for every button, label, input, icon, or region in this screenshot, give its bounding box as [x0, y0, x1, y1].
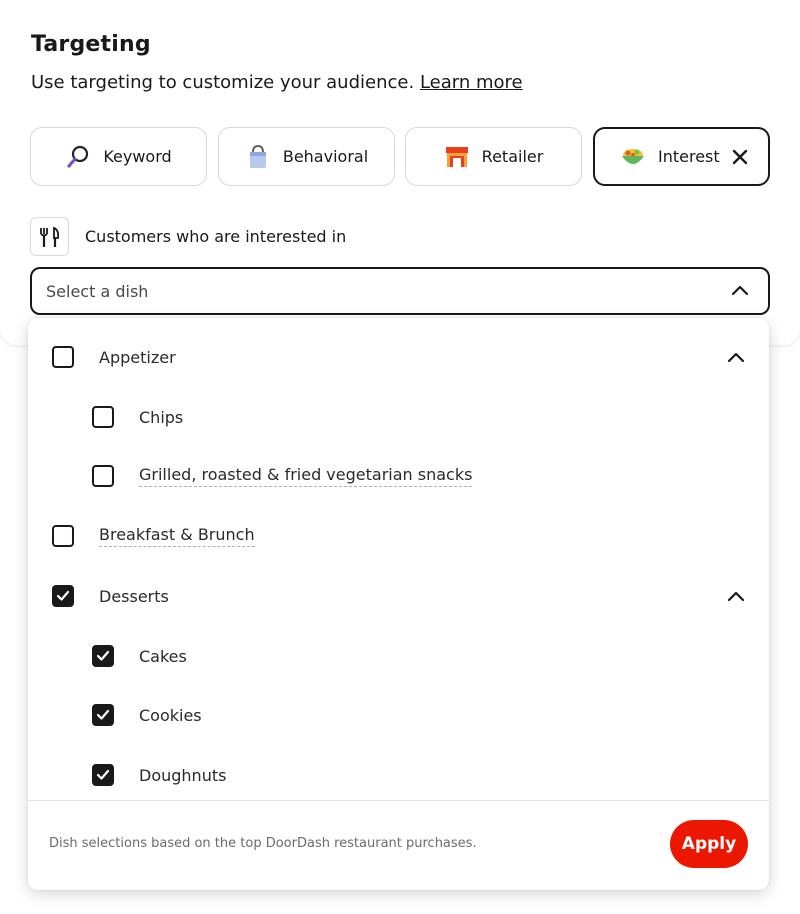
fork-knife-icon — [30, 217, 69, 256]
option-label: Doughnuts — [139, 765, 227, 785]
option-label: Chips — [139, 407, 184, 427]
chip-label: Keyword — [103, 147, 172, 166]
chip-interest[interactable]: Interest — [593, 127, 770, 186]
salad-bowl-icon — [620, 144, 646, 170]
chip-label: Behavioral — [282, 147, 369, 166]
option-chips[interactable]: Chips — [92, 406, 183, 428]
rule-label: Customers who are interested in — [85, 227, 347, 246]
checkbox-checked[interactable] — [52, 585, 74, 607]
option-cookies[interactable]: Cookies — [92, 704, 202, 726]
chevron-up-icon[interactable] — [730, 281, 750, 305]
chevron-up-icon[interactable] — [726, 348, 746, 372]
dish-dropdown: Appetizer Chips Grilled, roasted & fried… — [28, 318, 769, 890]
learn-more-link[interactable]: Learn more — [420, 72, 523, 93]
option-label: Breakfast & Brunch — [99, 525, 255, 547]
option-doughnuts[interactable]: Doughnuts — [92, 764, 226, 786]
checkbox-checked[interactable] — [92, 704, 114, 726]
checkbox[interactable] — [92, 406, 114, 428]
apply-button[interactable]: Apply — [670, 820, 748, 868]
divider — [28, 800, 769, 801]
page-title: Targeting — [31, 32, 151, 57]
chevron-up-icon[interactable] — [726, 587, 746, 611]
checkbox-checked[interactable] — [92, 764, 114, 786]
checkbox[interactable] — [52, 525, 74, 547]
chip-label: Interest — [658, 147, 720, 166]
chip-retailer[interactable]: Retailer — [405, 127, 582, 186]
chip-keyword[interactable]: Keyword — [30, 127, 207, 186]
option-grilled-snacks[interactable]: Grilled, roasted & fried vegetarian snac… — [92, 465, 473, 487]
option-label: Cookies — [139, 705, 202, 725]
option-label: Desserts — [99, 586, 169, 606]
targeting-card: Targeting Use targeting to customize you… — [0, 0, 800, 345]
option-breakfast-brunch[interactable]: Breakfast & Brunch — [52, 525, 255, 547]
checkbox[interactable] — [52, 346, 74, 368]
chip-behavioral[interactable]: Behavioral — [218, 127, 395, 186]
option-appetizer[interactable]: Appetizer — [52, 346, 176, 368]
checkbox[interactable] — [92, 465, 114, 487]
option-label: Appetizer — [99, 347, 176, 367]
footer-note: Dish selections based on the top DoorDas… — [49, 836, 477, 851]
subtitle: Use targeting to customize your audience… — [31, 72, 523, 93]
select-placeholder: Select a dish — [46, 281, 149, 301]
store-icon — [444, 144, 470, 170]
option-label: Grilled, roasted & fried vegetarian snac… — [139, 465, 473, 487]
subtitle-text: Use targeting to customize your audience… — [31, 72, 415, 93]
chip-label: Retailer — [481, 147, 544, 166]
option-desserts[interactable]: Desserts — [52, 585, 169, 607]
close-icon[interactable] — [728, 145, 752, 169]
magnifier-icon — [65, 144, 91, 170]
option-label: Cakes — [139, 646, 187, 666]
option-cakes[interactable]: Cakes — [92, 645, 187, 667]
checkbox-checked[interactable] — [92, 645, 114, 667]
dish-select[interactable]: Select a dish — [30, 267, 770, 315]
shopping-bag-icon — [245, 144, 271, 170]
